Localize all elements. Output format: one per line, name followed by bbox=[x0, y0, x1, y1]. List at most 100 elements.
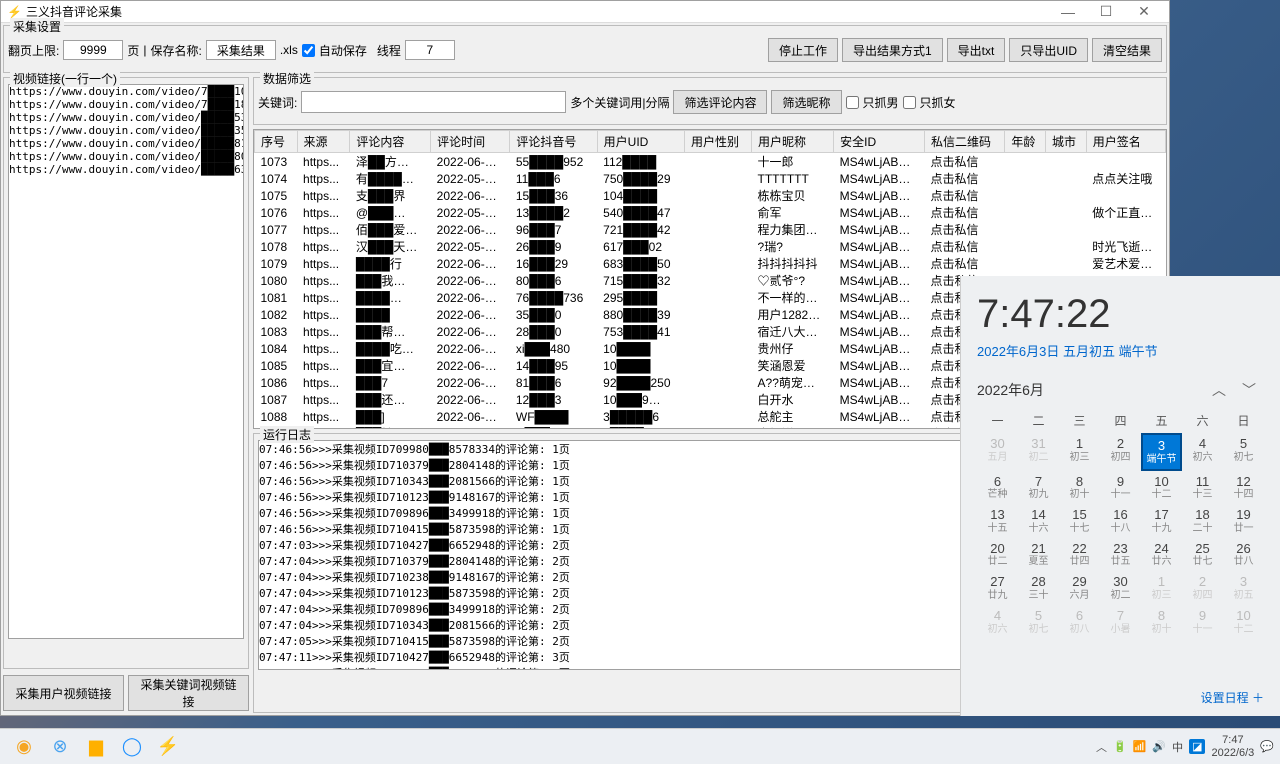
calendar-prev-button[interactable]: ︿ bbox=[1204, 380, 1234, 400]
calendar-day[interactable]: 26廿八 bbox=[1223, 538, 1264, 572]
export1-button[interactable]: 导出结果方式1 bbox=[842, 38, 943, 62]
calendar-day[interactable]: 14十六 bbox=[1018, 504, 1059, 538]
tray-app-icon[interactable]: ◪ bbox=[1189, 739, 1205, 754]
calendar-day[interactable]: 30五月 bbox=[977, 433, 1018, 471]
collect-keyword-video-button[interactable]: 采集关键词视频链接 bbox=[128, 675, 249, 711]
calendar-day[interactable]: 9十一 bbox=[1182, 605, 1223, 639]
table-header[interactable]: 用户性别 bbox=[684, 131, 751, 153]
collect-user-video-button[interactable]: 采集用户视频链接 bbox=[3, 675, 124, 711]
calendar-day[interactable]: 12十四 bbox=[1223, 471, 1264, 505]
calendar-day[interactable]: 21夏至 bbox=[1018, 538, 1059, 572]
calendar-day[interactable]: 5初七 bbox=[1018, 605, 1059, 639]
table-header[interactable]: 城市 bbox=[1046, 131, 1087, 153]
taskbar-clock[interactable]: 7:47 2022/6/3 bbox=[1211, 734, 1254, 758]
table-header[interactable]: 用户昵称 bbox=[752, 131, 834, 153]
calendar-day[interactable]: 11十三 bbox=[1182, 471, 1223, 505]
page-limit-input[interactable] bbox=[63, 40, 123, 60]
calendar-day[interactable]: 5初七 bbox=[1223, 433, 1264, 471]
calendar-day[interactable]: 18二十 bbox=[1182, 504, 1223, 538]
calendar-day[interactable]: 20廿二 bbox=[977, 538, 1018, 572]
table-header[interactable]: 评论抖音号 bbox=[510, 131, 597, 153]
calendar-day[interactable]: 3端午节 bbox=[1141, 433, 1182, 471]
keyword-input[interactable] bbox=[301, 91, 566, 113]
only-male-checkbox[interactable] bbox=[846, 96, 859, 109]
calendar-day[interactable]: 6芒种 bbox=[977, 471, 1018, 505]
stop-button[interactable]: 停止工作 bbox=[768, 38, 838, 62]
table-header[interactable]: 评论内容 bbox=[350, 131, 431, 153]
tray-overflow-icon[interactable]: ︿ bbox=[1096, 739, 1107, 755]
calendar-day[interactable]: 22廿四 bbox=[1059, 538, 1100, 572]
clear-button[interactable]: 清空结果 bbox=[1092, 38, 1162, 62]
ime-icon[interactable]: 中 bbox=[1172, 739, 1183, 755]
clock-date[interactable]: 2022年6月3日 五月初五 端午节 bbox=[977, 341, 1264, 360]
export-uid-button[interactable]: 只导出UID bbox=[1009, 38, 1088, 62]
calendar-day[interactable]: 29六月 bbox=[1059, 571, 1100, 605]
calendar-day[interactable]: 31初二 bbox=[1018, 433, 1059, 471]
taskbar-app1-icon[interactable]: ◉ bbox=[6, 732, 42, 762]
only-female-checkbox[interactable] bbox=[903, 96, 916, 109]
export-txt-button[interactable]: 导出txt bbox=[947, 38, 1006, 62]
close-button[interactable]: ✕ bbox=[1125, 3, 1163, 20]
table-row[interactable]: 1077https...佰███爱…2022-06-…96███7721████… bbox=[255, 221, 1166, 238]
calendar-day[interactable]: 13十五 bbox=[977, 504, 1018, 538]
calendar-day[interactable]: 9十一 bbox=[1100, 471, 1141, 505]
calendar-next-button[interactable]: ﹀ bbox=[1234, 380, 1264, 400]
calendar-month[interactable]: 2022年6月 bbox=[977, 380, 1044, 400]
calendar-day[interactable]: 10十二 bbox=[1141, 471, 1182, 505]
auto-save-checkbox[interactable] bbox=[302, 44, 315, 57]
calendar-day[interactable]: 3初五 bbox=[1223, 571, 1264, 605]
calendar-day[interactable]: 6初八 bbox=[1059, 605, 1100, 639]
taskbar-explorer-icon[interactable]: ▆ bbox=[78, 732, 114, 762]
calendar-day[interactable]: 28三十 bbox=[1018, 571, 1059, 605]
calendar-day[interactable]: 27廿九 bbox=[977, 571, 1018, 605]
notification-icon[interactable]: 💬 bbox=[1260, 740, 1274, 753]
calendar-day[interactable]: 25廿七 bbox=[1182, 538, 1223, 572]
filter-content-button[interactable]: 筛选评论内容 bbox=[673, 90, 767, 114]
save-name-input[interactable] bbox=[206, 40, 276, 60]
table-header[interactable]: 用户UID bbox=[597, 131, 684, 153]
table-header[interactable]: 安全ID bbox=[834, 131, 925, 153]
calendar-day[interactable]: 8初十 bbox=[1141, 605, 1182, 639]
table-header[interactable]: 私信二维码 bbox=[925, 131, 1005, 153]
calendar-day[interactable]: 23廿五 bbox=[1100, 538, 1141, 572]
battery-icon[interactable]: 🔋 bbox=[1113, 740, 1127, 753]
maximize-button[interactable]: ☐ bbox=[1087, 3, 1125, 20]
table-header[interactable]: 来源 bbox=[297, 131, 350, 153]
calendar-day[interactable]: 1初三 bbox=[1141, 571, 1182, 605]
table-row[interactable]: 1079https...████行2022-06-…16███29683████… bbox=[255, 255, 1166, 272]
wifi-icon[interactable]: 📶 bbox=[1133, 740, 1147, 753]
table-row[interactable]: 1075https...支███界2022-06-…15███36104████… bbox=[255, 187, 1166, 204]
taskbar-browser-icon[interactable]: ◯ bbox=[114, 732, 150, 762]
minimize-button[interactable]: — bbox=[1049, 4, 1087, 20]
calendar-day[interactable]: 4初六 bbox=[1182, 433, 1223, 471]
calendar-day[interactable]: 15十七 bbox=[1059, 504, 1100, 538]
table-header[interactable]: 评论时间 bbox=[431, 131, 510, 153]
calendar-day[interactable]: 16十八 bbox=[1100, 504, 1141, 538]
table-header[interactable]: 序号 bbox=[255, 131, 298, 153]
table-header[interactable]: 用户签名 bbox=[1086, 131, 1165, 153]
calendar-day[interactable]: 19廿一 bbox=[1223, 504, 1264, 538]
calendar-day[interactable]: 4初六 bbox=[977, 605, 1018, 639]
thread-input[interactable] bbox=[405, 40, 455, 60]
calendar-day[interactable]: 1初三 bbox=[1059, 433, 1100, 471]
calendar-day[interactable]: 30初二 bbox=[1100, 571, 1141, 605]
table-header[interactable]: 年龄 bbox=[1005, 131, 1046, 153]
table-row[interactable]: 1078https...汉███天…2022-05-…26███9617███0… bbox=[255, 238, 1166, 255]
table-row[interactable]: 1073https...泽██方…2022-06-…55████952112██… bbox=[255, 153, 1166, 171]
calendar-day[interactable]: 7初九 bbox=[1018, 471, 1059, 505]
calendar-day[interactable]: 7小暑 bbox=[1100, 605, 1141, 639]
calendar-day[interactable]: 24廿六 bbox=[1141, 538, 1182, 572]
calendar-day[interactable]: 10十二 bbox=[1223, 605, 1264, 639]
table-row[interactable]: 1076https...@███…2022-05-…13████2540████… bbox=[255, 204, 1166, 221]
volume-icon[interactable]: 🔊 bbox=[1152, 740, 1166, 753]
calendar-day[interactable]: 2初四 bbox=[1182, 571, 1223, 605]
set-schedule-link[interactable]: 设置日程 ＋ bbox=[1201, 689, 1264, 706]
taskbar-app-icon[interactable]: ⚡ bbox=[150, 732, 186, 762]
table-row[interactable]: 1074https...有████…2022-05-…11███6750████… bbox=[255, 170, 1166, 187]
calendar-day[interactable]: 2初四 bbox=[1100, 433, 1141, 471]
taskbar-app2-icon[interactable]: ⊗ bbox=[42, 732, 78, 762]
calendar-day[interactable]: 8初十 bbox=[1059, 471, 1100, 505]
video-links-textarea[interactable]: https://www.douyin.com/video/7████105185… bbox=[8, 84, 244, 639]
calendar-day[interactable]: 17十九 bbox=[1141, 504, 1182, 538]
filter-nick-button[interactable]: 筛选昵称 bbox=[771, 90, 841, 114]
